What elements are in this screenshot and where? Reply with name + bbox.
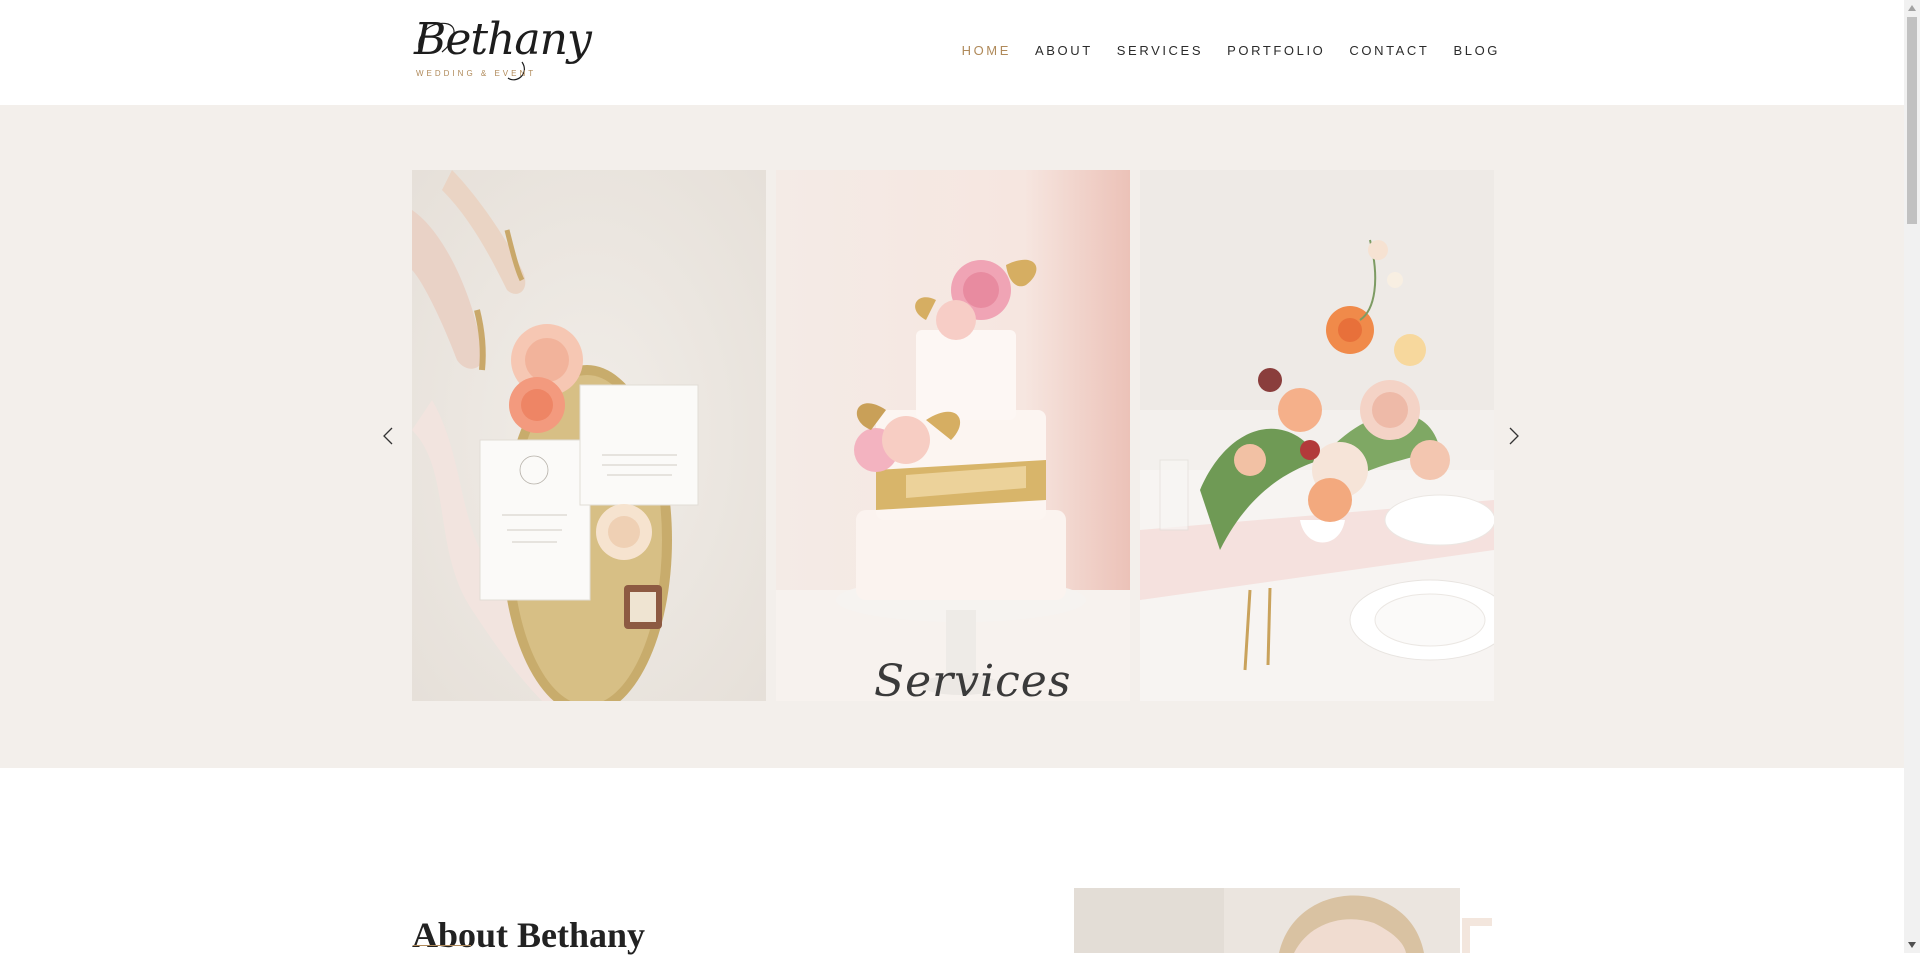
nav-about[interactable]: ABOUT: [1035, 42, 1093, 60]
about-decor-frame: [1462, 918, 1492, 953]
slider-next-button[interactable]: [1500, 422, 1528, 450]
about-portrait-image: [1074, 888, 1460, 953]
nav-services[interactable]: SERVICES: [1117, 42, 1203, 60]
nav-contact[interactable]: CONTACT: [1349, 42, 1429, 60]
main-nav: HOME ABOUT SERVICES PORTFOLIO CONTACT BL…: [938, 42, 1500, 60]
chevron-left-icon: [383, 427, 393, 445]
hero-slider: Services: [0, 105, 1904, 768]
site-logo[interactable]: Bethany WEDDING & EVENT: [412, 14, 592, 88]
scroll-down-button[interactable]: [1904, 937, 1920, 953]
page-scrollbar[interactable]: [1904, 0, 1920, 953]
slide-invitation[interactable]: [412, 170, 766, 701]
about-title: About Bethany: [412, 914, 646, 955]
slide-cake[interactable]: [776, 170, 1130, 701]
nav-blog[interactable]: BLOG: [1453, 42, 1500, 60]
scroll-thumb[interactable]: [1907, 17, 1917, 224]
about-divider: [413, 945, 471, 946]
scroll-up-button[interactable]: [1904, 0, 1920, 16]
services-script-label: Services: [874, 656, 1072, 707]
nav-home[interactable]: HOME: [962, 42, 1011, 60]
site-header: Bethany WEDDING & EVENT HOME ABOUT SERVI…: [0, 0, 1904, 105]
nav-portfolio[interactable]: PORTFOLIO: [1227, 42, 1325, 60]
chevron-right-icon: [1509, 427, 1519, 445]
logo-script-text: Bethany: [414, 14, 592, 65]
caret-down-icon: [1908, 942, 1916, 948]
caret-up-icon: [1908, 5, 1916, 11]
logo-tagline: WEDDING & EVENT: [416, 69, 537, 78]
slider-prev-button[interactable]: [374, 422, 402, 450]
slide-centerpiece[interactable]: [1140, 170, 1494, 701]
